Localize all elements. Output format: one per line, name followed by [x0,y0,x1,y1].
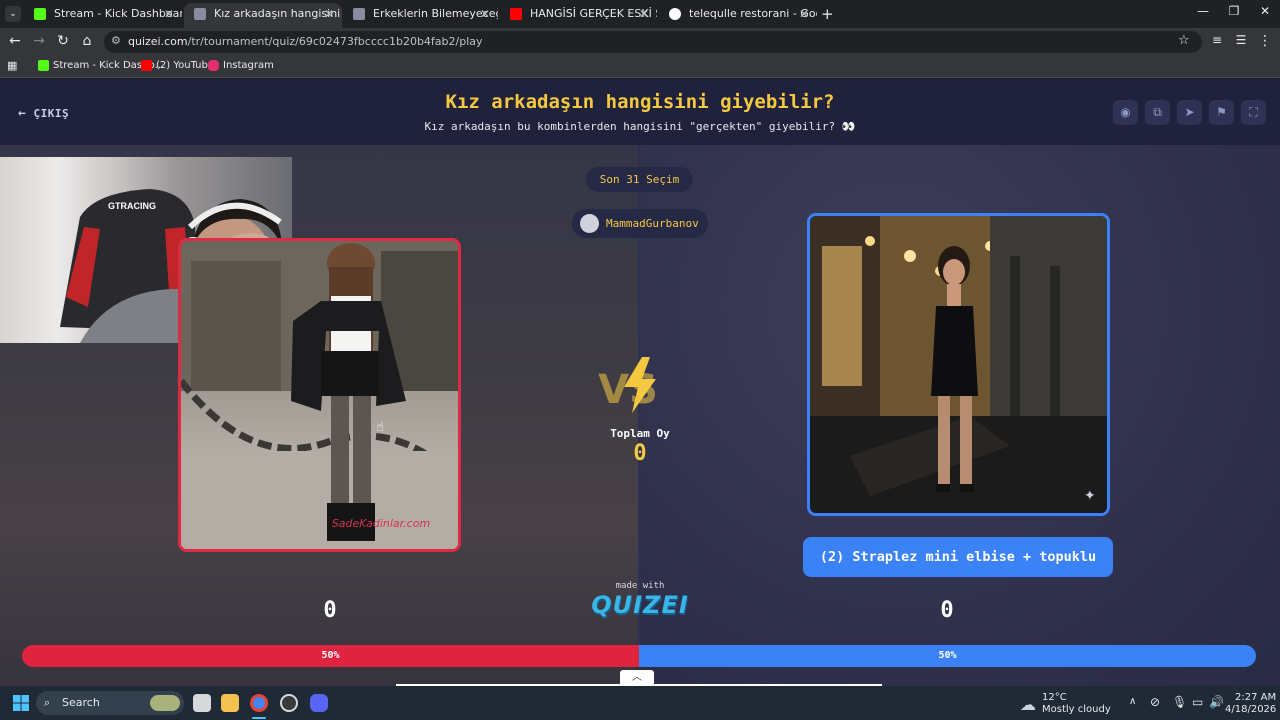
search-icon: ⌕ [44,696,51,709]
file-explorer-icon[interactable] [221,694,239,712]
tab-title: Kız arkadaşın hangisini giyebilir [214,7,342,20]
send-icon[interactable]: ➤ [1177,100,1202,125]
bookmark-instagram[interactable]: Instagram [208,60,274,71]
taskbar-search[interactable]: ⌕ Search [36,691,184,715]
creator-avatar [580,214,599,233]
close-icon[interactable]: ✕ [324,3,334,25]
task-view-icon[interactable] [193,694,211,712]
cloud-icon: ☁ [1020,695,1036,714]
reload-icon[interactable]: ↻ [53,33,73,49]
left-option-image: SadeKadinlar.com [181,241,458,549]
quiz-subtitle: Kız arkadaşın bu kombinlerden hangisini … [424,120,856,133]
chevron-up-icon[interactable]: ︿ [620,670,654,686]
share-icon[interactable]: ⧉ [1145,100,1170,125]
total-votes-value: 0 [633,441,647,466]
extensions-icon[interactable]: ☰ [1231,33,1251,47]
reading-list-icon[interactable]: ≡ [1207,33,1227,47]
svg-text:GTRACING: GTRACING [108,201,156,211]
tab-youtube[interactable]: HANGİSİ GERÇEK ESKİ SEVGİLİ ✕ [500,3,657,28]
microphone-icon[interactable]: 🎙 [1172,695,1187,709]
page-icon [353,8,365,20]
tab-kick-dashboard[interactable]: Stream - Kick Dashboard ✕ [24,3,182,28]
back-icon[interactable]: ← [5,33,25,49]
apps-grid-icon[interactable]: ▦ [7,59,17,72]
restore-icon[interactable]: ❐ [1219,4,1249,18]
url-text: quizei.com/tr/tournament/quiz/69c02473fb… [128,35,483,48]
menu-icon[interactable]: ⋮ [1255,33,1275,49]
tab-search-button[interactable]: ⌄ [5,6,21,22]
kick-icon [38,60,49,71]
close-icon[interactable]: ✕ [799,3,809,25]
right-percent-fill: 50% [639,645,1256,667]
bookmark-star-icon[interactable]: ☆ [1178,33,1190,48]
right-votes-count: 0 [940,598,954,623]
chevron-up-tray-icon[interactable]: ∧ [1129,696,1136,707]
left-votes-count: 0 [323,598,337,623]
made-with-label: made with [615,581,665,591]
quiz-page: ← ÇIKIŞ Kız arkadaşın hangisini giyebili… [0,79,1280,686]
clock-time[interactable]: 2:27 AM [1235,692,1276,703]
windows-start-icon[interactable] [13,695,29,711]
eye-icon[interactable]: ◉ [1113,100,1138,125]
creator-badge[interactable]: MammadGurbanov [572,209,708,238]
right-option-image [810,216,1107,513]
youtube-icon [141,60,152,71]
navigation-bar: ← → ↻ ⌂ ⚙ quizei.com/tr/tournament/quiz/… [0,28,1280,56]
bookmarks-bar: ▦ Stream - Kick Dashb... (2) YouTube Ins… [0,56,1280,78]
close-icon[interactable]: ✕ [164,3,174,25]
option-card-left[interactable]: SadeKadinlar.com [178,238,461,552]
minimize-icon[interactable]: — [1188,4,1218,18]
left-percent-fill: 50% [22,645,639,667]
close-window-icon[interactable]: ✕ [1250,4,1280,18]
versus-icon: VS [598,357,658,413]
tab-google[interactable]: telequlle restorani - Google'da ✕ [659,3,817,28]
new-tab-button[interactable]: + [821,5,834,23]
youtube-icon [510,8,522,20]
sparkle-icon: ✦ [1084,488,1096,504]
active-app-indicator [252,717,266,719]
weather-desc: Mostly cloudy [1042,704,1111,715]
round-badge: Son 31 Seçim [586,167,693,192]
kick-icon [34,8,46,20]
search-highlight-icon [150,695,180,711]
forward-icon[interactable]: → [29,33,49,49]
windows-taskbar: ⌕ Search ☁ 12°C Mostly cloudy ∧ ⊘ 🎙 ▭ 🔊 … [0,686,1280,720]
fullscreen-icon[interactable]: ⛶ [1241,100,1266,125]
bookmark-youtube[interactable]: (2) YouTube [141,60,214,71]
weather-widget[interactable]: ☁ 12°C Mostly cloudy [1020,692,1111,716]
quiz-header: ← ÇIKIŞ Kız arkadaşın hangisini giyebili… [0,79,1280,145]
google-icon [669,8,681,20]
tab-title: HANGİSİ GERÇEK ESKİ SEVGİLİ [530,7,657,20]
quiz-title: Kız arkadaşın hangisini giyebilir? [445,91,835,113]
site-info-icon[interactable]: ⚙ [111,34,121,47]
close-icon[interactable]: ✕ [480,3,490,25]
address-bar[interactable]: ⚙ quizei.com/tr/tournament/quiz/69c02473… [104,31,1202,53]
weather-temp: 12°C [1042,692,1067,703]
mouse-cursor-icon: ☝ [376,420,384,435]
network-icon[interactable]: ⊘ [1150,695,1160,709]
tab-erkeklerin[interactable]: Erkeklerin Bilemeyeceği Şeyler ✕ [343,3,498,28]
tab-quizei-active[interactable]: Kız arkadaşın hangisini giyebilir ✕ [184,3,342,28]
tab-title: Stream - Kick Dashboard [54,7,182,20]
discord-icon[interactable] [310,694,328,712]
svg-text:VS: VS [598,367,658,413]
instagram-icon [208,60,219,71]
monitor-icon[interactable]: ▭ [1192,695,1203,709]
volume-icon[interactable]: 🔊 [1209,695,1224,709]
vote-percentage-bar: 50% 50% [22,645,1256,667]
chrome-icon[interactable] [250,694,268,712]
quizei-icon [194,8,206,20]
right-option-label-button[interactable]: (2) Straplez mini elbise + topuklu [803,537,1113,577]
home-icon[interactable]: ⌂ [77,33,97,49]
close-icon[interactable]: ✕ [639,3,649,25]
tab-title: telequlle restorani - Google'da [689,7,817,20]
quizei-logo[interactable]: QUIZEI [560,591,720,619]
total-votes-label: Toplam Oy [610,427,670,440]
option-card-right[interactable]: ✦ [807,213,1110,516]
flag-icon[interactable]: ⚑ [1209,100,1234,125]
browser-tab-strip: ⌄ Stream - Kick Dashboard ✕ Kız arkadaşı… [0,0,1280,28]
obs-icon[interactable] [280,694,298,712]
clock-date[interactable]: 4/18/2026 [1225,704,1276,715]
left-watermark: SadeKadinlar.com [332,517,430,530]
